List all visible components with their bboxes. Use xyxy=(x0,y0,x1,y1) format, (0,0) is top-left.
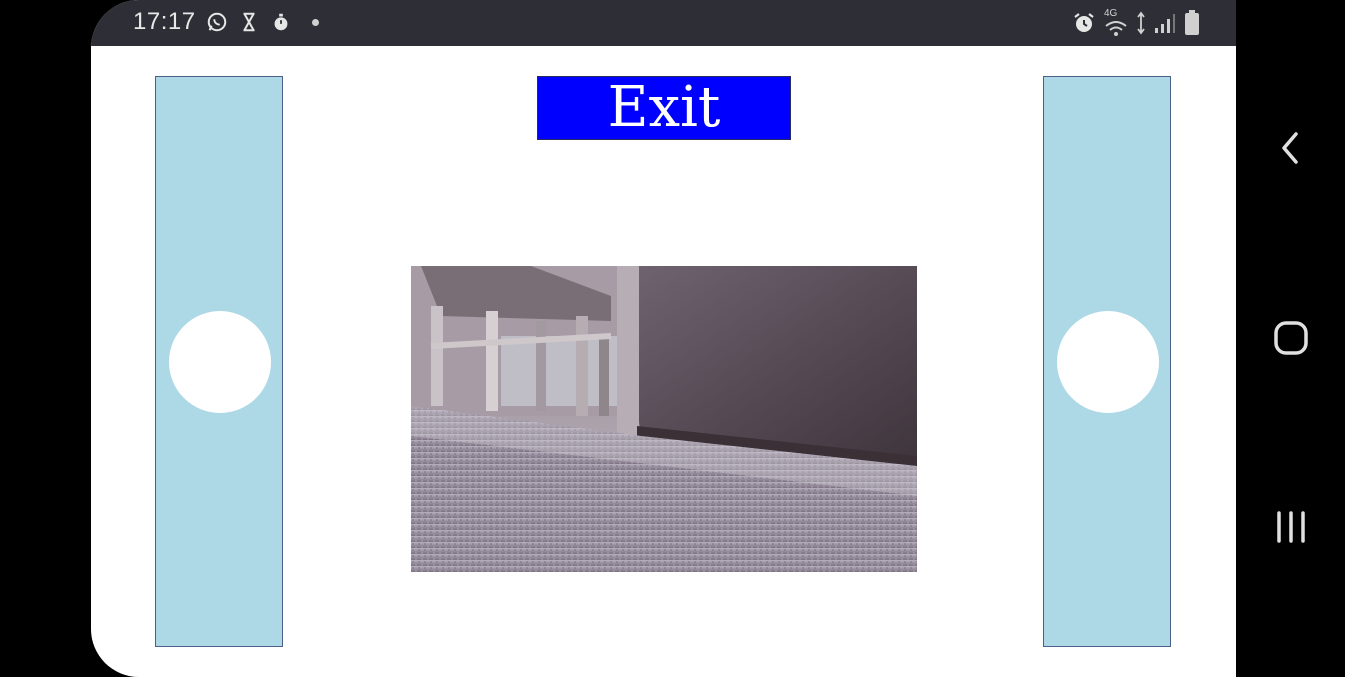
alarm-icon xyxy=(1074,13,1094,32)
navigation-bar xyxy=(1236,0,1345,677)
battery-icon xyxy=(1185,10,1199,35)
back-button[interactable] xyxy=(1261,118,1321,178)
status-left: 17:17 xyxy=(133,8,319,36)
stopwatch-icon xyxy=(274,13,287,31)
recents-button[interactable] xyxy=(1261,497,1321,557)
home-button[interactable] xyxy=(1261,308,1321,368)
status-time: 17:17 xyxy=(133,8,196,35)
right-slider-knob[interactable] xyxy=(1057,311,1159,413)
wifi-4g-icon: 4G xyxy=(1104,8,1128,36)
back-icon xyxy=(1282,132,1298,164)
status-right: 4G xyxy=(1072,8,1200,36)
left-slider-knob[interactable] xyxy=(169,311,271,413)
app-screen: 17:17 4G Exit xyxy=(91,0,1236,677)
whatsapp-icon xyxy=(207,12,226,32)
network-label: 4G xyxy=(1104,8,1118,19)
left-slider[interactable] xyxy=(155,76,283,647)
exit-button[interactable]: Exit xyxy=(537,76,791,140)
cellular-signal-icon xyxy=(1155,14,1175,33)
hourglass-icon xyxy=(243,12,255,32)
status-bar: 17:17 4G xyxy=(91,0,1236,46)
data-arrows-icon xyxy=(1137,11,1145,35)
home-icon xyxy=(1274,321,1308,355)
camera-feed xyxy=(411,266,917,572)
notification-dot-icon xyxy=(311,18,319,26)
right-slider[interactable] xyxy=(1043,76,1171,647)
recents-icon xyxy=(1277,511,1305,543)
